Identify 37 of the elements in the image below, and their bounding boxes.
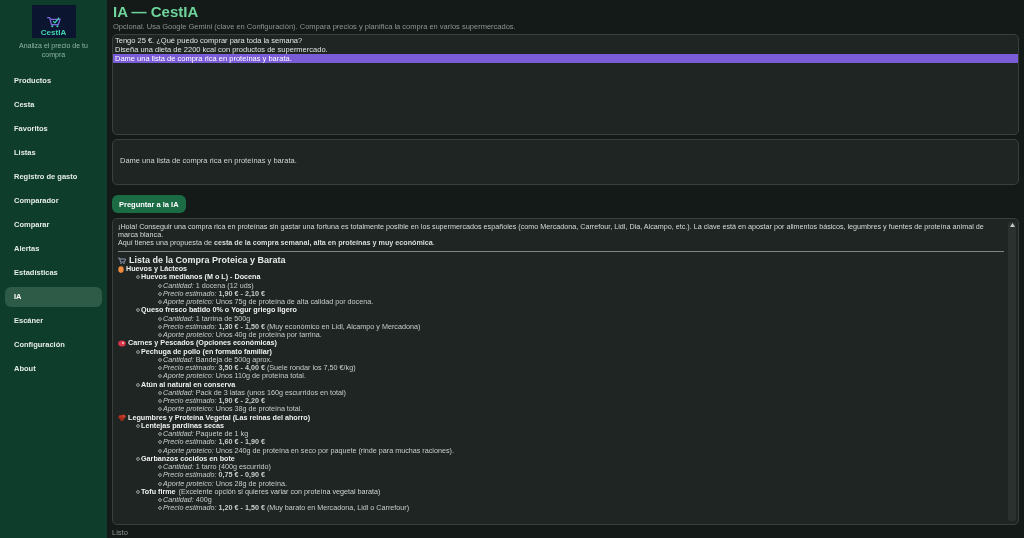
bullet-icon [158,324,162,329]
bullet-icon [136,423,140,428]
bullet-icon [136,349,140,354]
logo-text: CestIA [40,28,67,37]
bullet-icon [158,407,162,412]
bullet-icon [158,465,162,470]
bullet-icon [158,357,162,362]
bullet-icon [158,473,162,478]
bullet-icon [158,498,162,503]
cart-icon [118,256,126,264]
bullet-icon [158,506,162,511]
bullet-icon [158,283,162,288]
bullet-icon [158,374,162,379]
bullet-icon [158,432,162,437]
beans-icon [118,414,126,422]
bullet-icon [136,308,140,313]
scroll-up-icon[interactable] [1009,222,1015,227]
bullet-icon [158,316,162,321]
list-heading: Lista de la Compra Proteica y Barata [129,255,286,265]
bullet-icon [158,399,162,404]
bullet-icon [158,448,162,453]
meat-icon [118,339,126,347]
page-title: IA — CestIA [113,3,200,21]
bullet-icon [136,456,140,461]
bullet-icon [158,440,162,445]
bullet-icon [158,481,162,486]
bullet-icon [158,390,162,395]
cart-icon [45,16,62,28]
bullet-icon [158,366,162,371]
bullet-icon [136,382,140,387]
egg-icon [118,265,124,273]
bullet-icon [136,275,140,280]
bullet-icon [158,300,162,305]
bullet-icon [136,489,140,494]
bullet-icon [158,333,162,338]
bullet-icon [158,291,162,296]
scrollbar[interactable] [1008,221,1016,521]
